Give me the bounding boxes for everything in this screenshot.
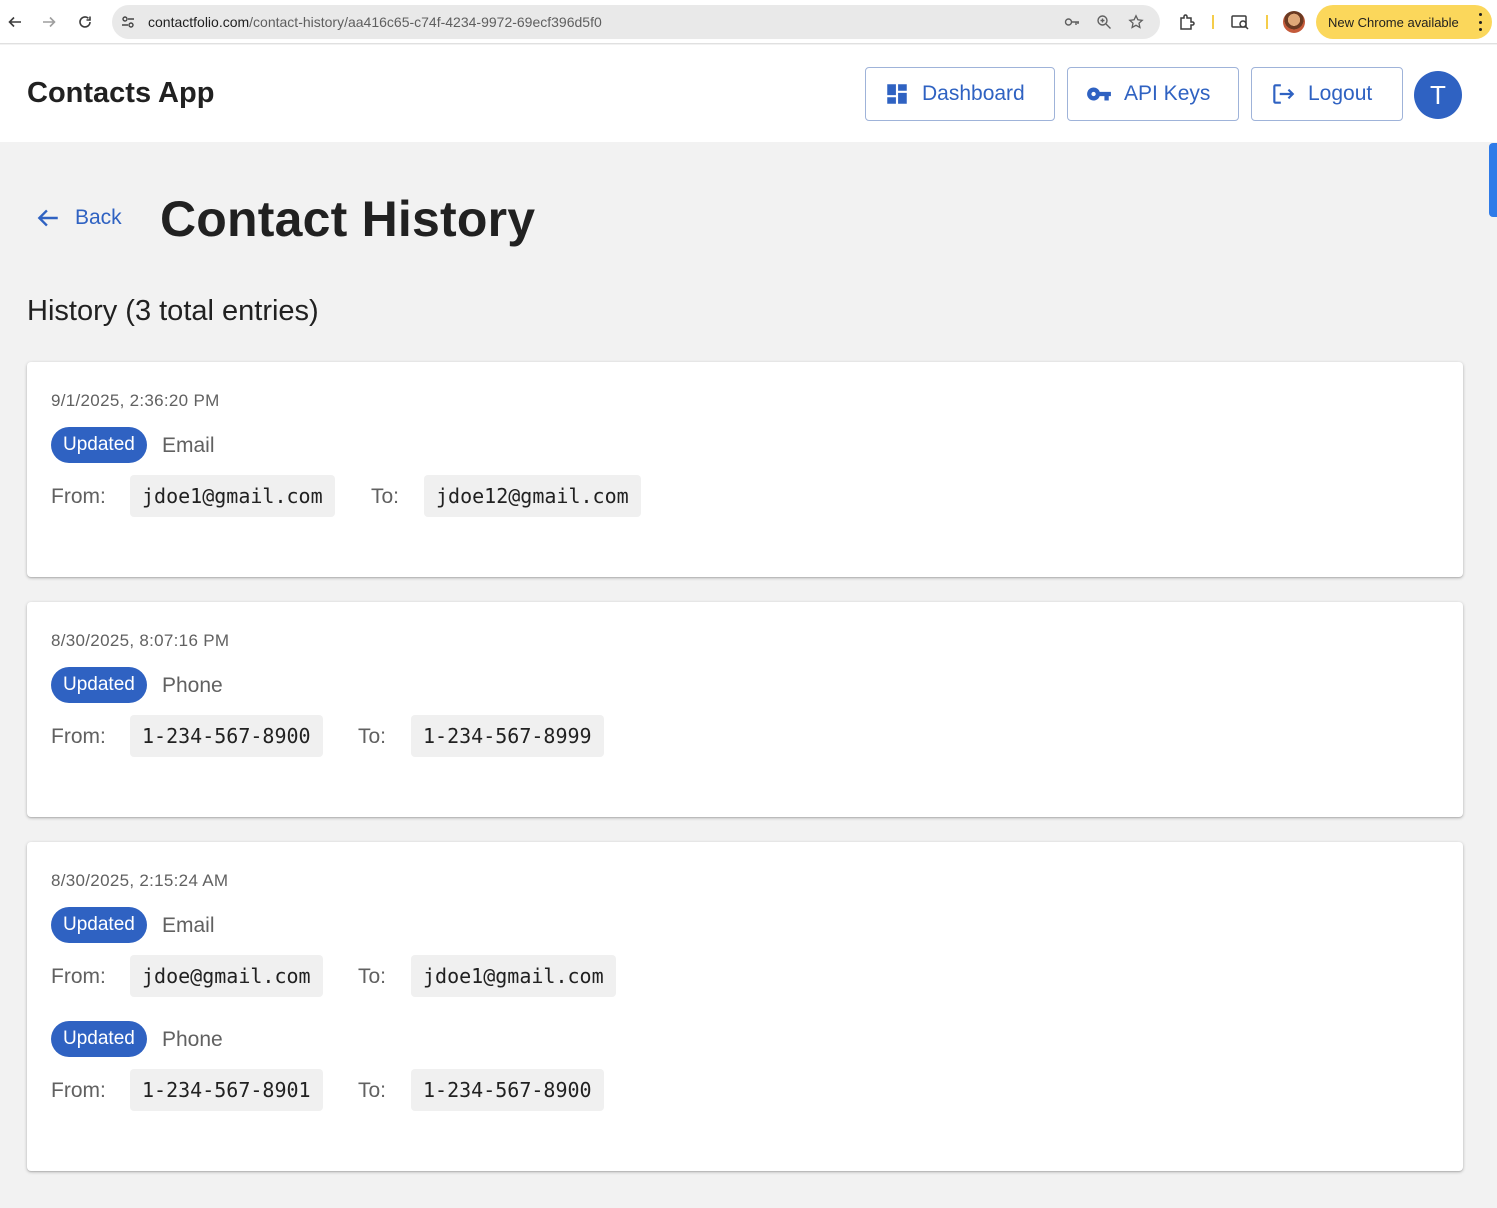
browser-forward-icon[interactable]	[37, 10, 61, 34]
scrollbar-thumb[interactable]	[1489, 143, 1497, 217]
zoom-icon[interactable]	[1096, 14, 1112, 30]
chrome-update-button[interactable]: New Chrome available	[1316, 5, 1492, 39]
tab-search-icon[interactable]	[1230, 12, 1250, 32]
arrow-left-icon	[37, 209, 58, 227]
dashboard-button[interactable]: Dashboard	[865, 67, 1055, 121]
toolbar-divider	[1266, 15, 1268, 29]
chrome-update-label: New Chrome available	[1328, 14, 1459, 30]
url-host: contactfolio.com	[148, 14, 250, 30]
changed-field-name: Phone	[162, 1028, 223, 1051]
changed-field-name: Email	[162, 914, 215, 937]
profile-avatar[interactable]	[1283, 11, 1305, 33]
history-section-title: History (3 total entries)	[27, 295, 319, 327]
to-label: To:	[358, 1079, 387, 1102]
updated-badge: Updated	[51, 1021, 147, 1057]
app-header: Contacts App Dashboard API Keys Logout T	[0, 45, 1497, 142]
more-menu-icon[interactable]	[1478, 13, 1482, 31]
history-entry-card: 8/30/2025, 8:07:16 PM Updated Phone From…	[27, 602, 1463, 817]
changed-field-name: Email	[162, 434, 215, 457]
changed-field-name: Phone	[162, 674, 223, 697]
bookmark-star-icon[interactable]	[1128, 14, 1144, 30]
site-settings-icon[interactable]	[120, 14, 136, 30]
updated-badge: Updated	[51, 667, 147, 703]
history-entry-card: 9/1/2025, 2:36:20 PM Updated Email From:…	[27, 362, 1463, 577]
page-title: Contact History	[160, 191, 536, 247]
to-value: 1-234-567-8999	[411, 715, 604, 757]
to-value: 1-234-567-8900	[411, 1069, 604, 1111]
browser-back-icon[interactable]	[3, 10, 27, 34]
toolbar-divider	[1212, 15, 1214, 29]
browser-toolbar: contactfolio.com/contact-history/aa416c6…	[0, 0, 1497, 44]
user-avatar[interactable]: T	[1414, 71, 1462, 119]
dashboard-icon	[887, 84, 907, 104]
password-key-icon[interactable]	[1064, 14, 1080, 30]
updated-badge: Updated	[51, 907, 147, 943]
address-bar[interactable]: contactfolio.com/contact-history/aa416c6…	[112, 5, 1160, 39]
url-path: /contact-history/aa416c65-c74f-4234-9972…	[249, 14, 602, 30]
logout-button[interactable]: Logout	[1251, 67, 1403, 121]
from-label: From:	[51, 1079, 106, 1102]
to-label: To:	[371, 485, 400, 508]
back-label: Back	[75, 206, 122, 229]
back-button[interactable]: Back	[35, 205, 122, 231]
from-label: From:	[51, 485, 106, 508]
from-value: 1-234-567-8900	[130, 715, 323, 757]
logout-icon	[1273, 84, 1295, 104]
from-label: From:	[51, 965, 106, 988]
entry-timestamp: 9/1/2025, 2:36:20 PM	[51, 391, 220, 410]
from-value: jdoe1@gmail.com	[130, 475, 335, 517]
to-label: To:	[358, 725, 387, 748]
to-value: jdoe1@gmail.com	[411, 955, 616, 997]
history-entry-card: 8/30/2025, 2:15:24 AM Updated Email From…	[27, 842, 1463, 1171]
entry-timestamp: 8/30/2025, 2:15:24 AM	[51, 871, 229, 890]
updated-badge: Updated	[51, 427, 147, 463]
logout-label: Logout	[1308, 82, 1373, 105]
url-text[interactable]: contactfolio.com/contact-history/aa416c6…	[148, 14, 602, 30]
key-icon	[1087, 87, 1111, 101]
browser-reload-icon[interactable]	[73, 10, 97, 34]
from-label: From:	[51, 725, 106, 748]
from-value: jdoe@gmail.com	[130, 955, 323, 997]
api-keys-label: API Keys	[1124, 82, 1211, 105]
entry-timestamp: 8/30/2025, 8:07:16 PM	[51, 631, 230, 650]
app-title: Contacts App	[27, 77, 215, 109]
to-label: To:	[358, 965, 387, 988]
api-keys-button[interactable]: API Keys	[1067, 67, 1239, 121]
extensions-icon[interactable]	[1177, 12, 1197, 32]
dashboard-label: Dashboard	[922, 82, 1025, 105]
from-value: 1-234-567-8901	[130, 1069, 323, 1111]
to-value: jdoe12@gmail.com	[424, 475, 641, 517]
